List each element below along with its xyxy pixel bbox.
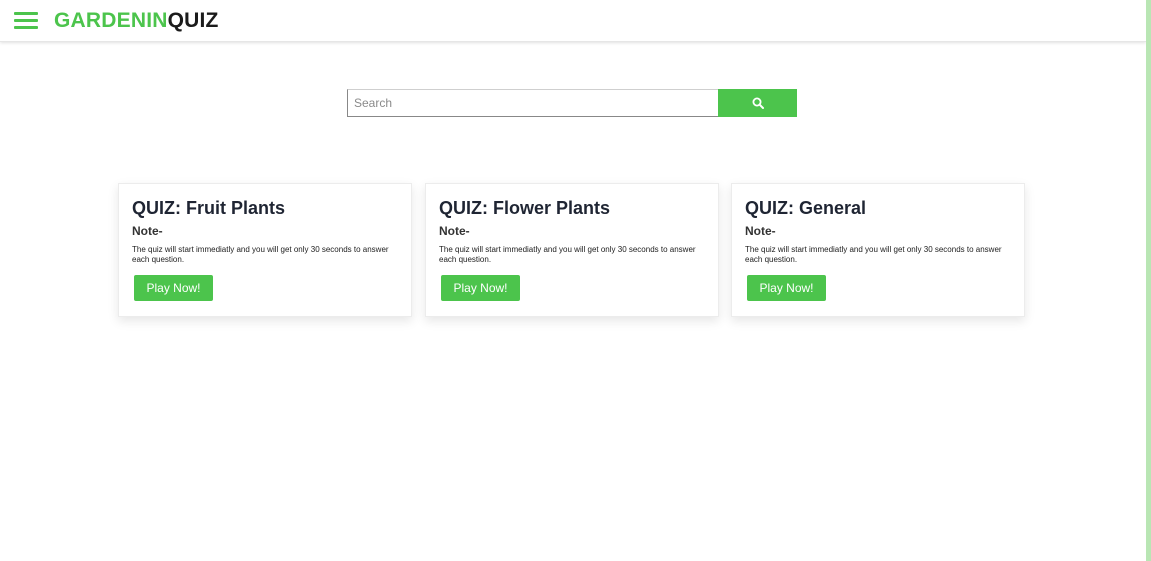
hamburger-menu-icon[interactable] <box>14 12 38 29</box>
search-bar <box>347 89 797 117</box>
site-logo[interactable]: GARDENINQUIZ <box>54 9 219 33</box>
card-note-label: Note- <box>745 224 776 238</box>
card-note-label: Note- <box>439 224 470 238</box>
search-input[interactable] <box>347 89 719 117</box>
card-title: QUIZ: General <box>745 198 867 218</box>
card-note-label: Note- <box>132 224 163 238</box>
quiz-card-flower-plants: QUIZ: Flower Plants Note- The quiz will … <box>425 183 719 317</box>
logo-text-gardenin: GARDENIN <box>54 9 168 32</box>
card-description: The quiz will start immediatly and you w… <box>745 245 1002 264</box>
card-title: QUIZ: Fruit Plants <box>132 198 285 218</box>
top-navbar: GARDENINQUIZ <box>0 0 1146 42</box>
play-now-button[interactable]: Play Now! <box>134 275 213 301</box>
card-description: The quiz will start immediatly and you w… <box>439 245 696 264</box>
scrollbar-track[interactable] <box>1146 0 1151 561</box>
card-title: QUIZ: Flower Plants <box>439 198 611 218</box>
search-button[interactable] <box>718 89 797 117</box>
search-icon <box>752 97 764 109</box>
logo-text-quiz: QUIZ <box>167 9 219 32</box>
quiz-card-general: QUIZ: General Note- The quiz will start … <box>731 183 1025 317</box>
quiz-card-fruit-plants: QUIZ: Fruit Plants Note- The quiz will s… <box>118 183 412 317</box>
play-now-button[interactable]: Play Now! <box>747 275 826 301</box>
play-now-button[interactable]: Play Now! <box>441 275 520 301</box>
card-description: The quiz will start immediatly and you w… <box>132 245 389 264</box>
